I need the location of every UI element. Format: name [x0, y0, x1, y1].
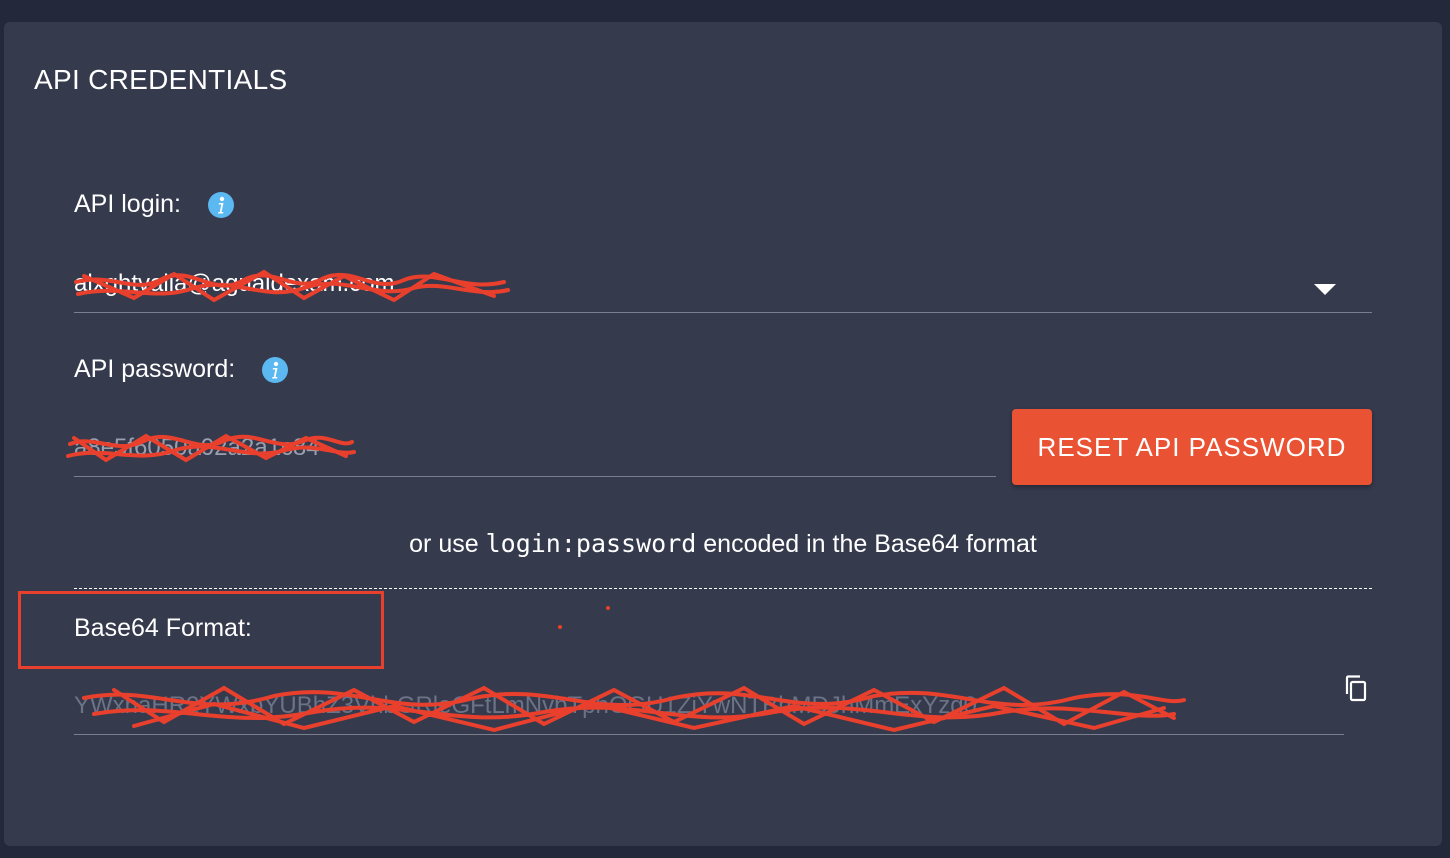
redaction-scribble	[82, 685, 1186, 733]
panel-title: API CREDENTIALS	[34, 64, 288, 95]
info-icon[interactable]	[207, 191, 235, 219]
divider	[74, 588, 1372, 589]
api-password-label: API password:	[74, 355, 236, 383]
api-password-field[interactable]: a8e5f6050a02a2a1c84	[66, 426, 996, 477]
copy-icon[interactable]	[1342, 674, 1372, 704]
api-login-label-row: API login:	[74, 190, 235, 219]
info-icon[interactable]	[261, 356, 289, 384]
redaction-scribble	[66, 433, 356, 463]
api-password-label-row: API password:	[74, 355, 289, 384]
api-login-select[interactable]: alxghtvalia@agualdexam.com	[74, 262, 1372, 313]
api-credentials-panel: API CREDENTIALS API login: alxghtvalia@a…	[4, 22, 1442, 846]
chevron-down-icon[interactable]	[1314, 284, 1336, 295]
reset-api-password-button[interactable]: RESET API PASSWORD	[1012, 409, 1372, 485]
api-login-label: API login:	[74, 190, 182, 218]
base64-field[interactable]: YWxnaHR2YWxpYUBhZ3VhbGRleGFtLmNvbTphOGU1…	[74, 684, 1344, 735]
hint-prefix: or use	[409, 530, 486, 558]
hint-code: login:password	[485, 529, 697, 558]
redaction-scribble	[74, 269, 510, 303]
base64-hint: or use login:password encoded in the Bas…	[74, 529, 1372, 559]
hint-suffix: encoded in the Base64 format	[696, 530, 1037, 558]
red-dot	[558, 606, 610, 629]
highlight-box	[18, 591, 384, 669]
